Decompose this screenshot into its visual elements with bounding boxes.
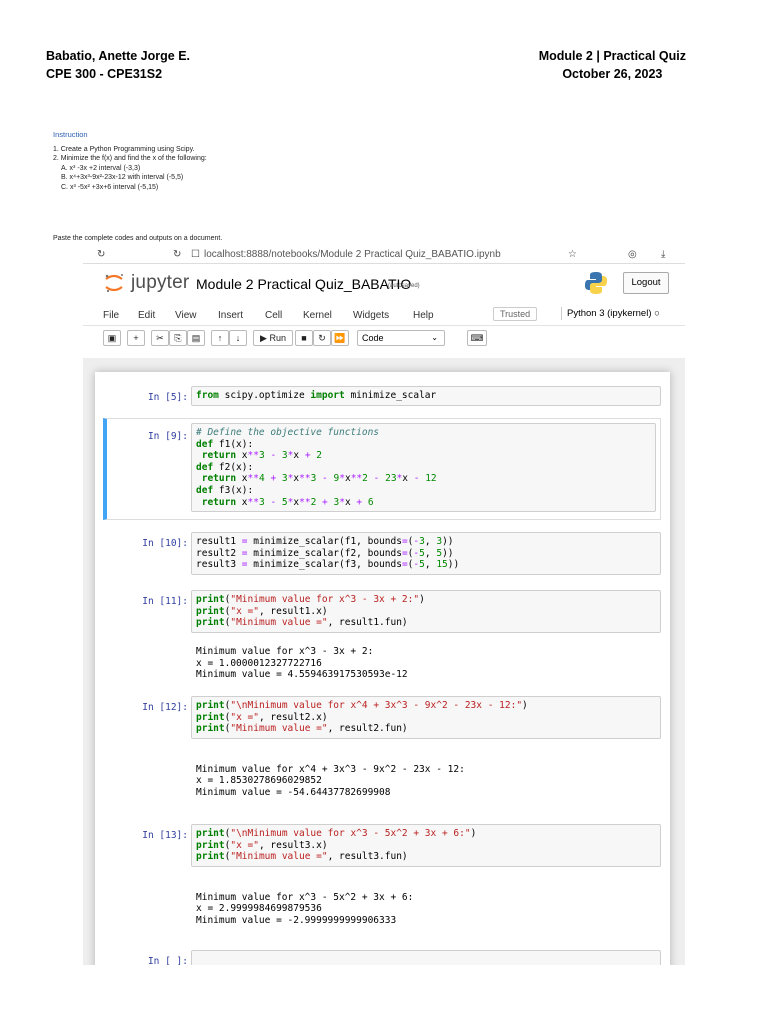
stop-icon[interactable]: ■ — [295, 330, 313, 346]
menu-kernel[interactable]: Kernel — [303, 310, 332, 321]
student-name: Babatio, Anette Jorge E. — [46, 49, 191, 63]
cell-input[interactable]: # Define the objective functions def f1(… — [191, 423, 656, 513]
run-button[interactable]: ▶ Run — [253, 330, 293, 346]
cell-input[interactable]: print("\nMinimum value for x^4 + 3x^3 - … — [191, 696, 661, 739]
add-cell-icon[interactable]: + — [127, 330, 145, 346]
notebook-container: In [5]: from scipy.optimize import minim… — [95, 372, 670, 965]
move-up-icon[interactable]: ↑ — [211, 330, 229, 346]
notebook-canvas: In [5]: from scipy.optimize import minim… — [83, 358, 685, 965]
cell-prompt: In [12]: — [142, 702, 188, 713]
instruction-block: Instruction 1. Create a Python Programmi… — [53, 130, 207, 193]
kernel-idle-icon: ○ — [654, 308, 660, 319]
menu-help[interactable]: Help — [413, 310, 434, 321]
move-down-icon[interactable]: ↓ — [229, 330, 247, 346]
jupyter-screenshot: ↻ ↻ ☐ localhost:8888/notebooks/Module 2 … — [83, 248, 685, 965]
menu-view[interactable]: View — [175, 310, 197, 321]
cell-output: Minimum value for x^3 - 3x + 2: x = 1.000… — [196, 646, 661, 681]
restart-icon[interactable]: ↻ — [313, 330, 331, 346]
paste-icon[interactable]: ▤ — [187, 330, 205, 346]
output-line: Minimum value = 4.559463917530593e-12 — [196, 669, 408, 681]
autosave-status: (autosaved) — [388, 283, 420, 289]
cell-prompt: In [11]: — [142, 596, 188, 607]
page-icon: ☐ — [191, 249, 200, 260]
menu-file[interactable]: File — [103, 310, 119, 321]
cell-input[interactable]: print("\nMinimum value for x^3 - 5x^2 + … — [191, 824, 661, 867]
output-line: Minimum value for x^3 - 5x^2 + 3x + 6: — [196, 891, 414, 903]
code-cell-empty[interactable]: In [ ]: — [103, 948, 661, 965]
cell-prompt: In [13]: — [142, 830, 188, 841]
cell-prompt: In [ ]: — [147, 956, 188, 965]
python-logo-icon — [585, 272, 607, 294]
notebook-name[interactable]: Module 2 Practical Quiz_BABATIO — [196, 276, 411, 292]
cell-prompt: In [10]: — [142, 538, 188, 549]
notebook-toolbar: ▣ + ✂ ⎘ ▤ ↑ ↓ ▶ Run ■ ↻ ⏩ Code ⌄ ⌨ — [83, 326, 685, 350]
module-title: Module 2 | Practical Quiz — [538, 49, 686, 63]
output-line: x = 1.0000012327722716 — [196, 657, 322, 669]
reload-icon[interactable]: ↻ — [97, 249, 105, 260]
browser-url-bar: ↻ ↻ ☐ localhost:8888/notebooks/Module 2 … — [83, 248, 685, 264]
cell-input[interactable]: print("Minimum value for x^3 - 3x + 2:")… — [191, 590, 661, 633]
logout-button[interactable]: Logout — [623, 272, 669, 294]
jupyter-logo-icon — [105, 274, 123, 293]
jupyter-header: jupyter Module 2 Practical Quiz_BABATIO … — [83, 264, 685, 304]
cell-prompt: In [5]: — [147, 392, 188, 403]
document-header-left: Babatio, Anette Jorge E. CPE 300 - CPE31… — [46, 47, 190, 83]
save-icon[interactable]: ▣ — [103, 330, 121, 346]
paste-note: Paste the complete codes and outputs on … — [53, 235, 223, 242]
restart-run-all-icon[interactable]: ⏩ — [331, 330, 349, 346]
code-cell[interactable]: In [12]: print("\nMinimum value for x^4 … — [103, 694, 661, 814]
trusted-indicator[interactable]: Trusted — [493, 307, 538, 321]
course-code: CPE 300 - CPE31S2 — [46, 67, 163, 81]
kernel-name: Python 3 (ipykernel) — [567, 308, 652, 319]
menu-insert[interactable]: Insert — [218, 310, 243, 321]
chevron-down-icon: ⌄ — [431, 333, 438, 342]
document-header-right: Module 2 | Practical Quiz October 26, 20… — [539, 47, 686, 83]
instruction-item: 1. Create a Python Programming using Sci… — [53, 145, 195, 153]
output-line: Minimum value for x^4 + 3x^3 - 9x^2 - 23… — [196, 763, 465, 775]
code-cell-selected[interactable]: In [9]: # Define the objective functions… — [103, 418, 661, 520]
cell-type-select[interactable]: Code ⌄ — [357, 330, 445, 346]
instruction-item: C. x³ -5x² +3x+6 interval (-5,15) — [61, 183, 159, 191]
copy-icon[interactable]: ⎘ — [169, 330, 187, 346]
output-line: x = 2.9999984699879536 — [196, 903, 322, 915]
menu-cell[interactable]: Cell — [265, 310, 282, 321]
download-icon[interactable]: ⤓ — [661, 249, 665, 260]
code-cell[interactable]: In [5]: from scipy.optimize import minim… — [103, 384, 661, 410]
cut-icon[interactable]: ✂ — [151, 330, 169, 346]
menu-bar: File Edit View Insert Cell Kernel Widget… — [83, 304, 685, 326]
cell-prompt: In [9]: — [147, 431, 188, 442]
bookmark-star-icon[interactable]: ☆ — [568, 249, 577, 260]
menu-widgets[interactable]: Widgets — [353, 310, 389, 321]
extensions-icon[interactable]: ◎ — [628, 249, 637, 260]
url-text[interactable]: localhost:8888/notebooks/Module 2 Practi… — [204, 249, 501, 260]
instruction-item: B. x⁴+3x³-9x²-23x-12 with interval (-5,5… — [61, 174, 184, 182]
output-line: Minimum value = -2.9999999999906333 — [196, 914, 397, 926]
output-line: x = 1.8530278696029852 — [196, 775, 322, 787]
instruction-item: A. x³ -3x +2 interval (-3,3) — [61, 164, 141, 172]
quiz-date: October 26, 2023 — [562, 67, 663, 81]
code-cell[interactable]: In [11]: print("Minimum value for x^3 - … — [103, 588, 661, 686]
output-line: Minimum value = -54.64437782699908 — [196, 786, 391, 798]
keyboard-icon[interactable]: ⌨ — [467, 330, 487, 346]
code-cell[interactable]: In [13]: print("\nMinimum value for x^3 … — [103, 822, 661, 942]
menu-edit[interactable]: Edit — [138, 310, 155, 321]
jupyter-wordmark: jupyter — [131, 272, 190, 293]
cell-output: Minimum value for x^3 - 5x^2 + 3x + 6: x … — [196, 880, 661, 926]
refresh-icon[interactable]: ↻ — [173, 249, 181, 260]
output-line: Minimum value for x^3 - 3x + 2: — [196, 646, 374, 657]
cell-input[interactable]: result1 = minimize_scalar(f1, bounds=(-3… — [191, 532, 661, 575]
code-cell[interactable]: In [10]: result1 = minimize_scalar(f1, b… — [103, 530, 661, 578]
cell-input[interactable] — [191, 950, 661, 965]
instruction-title: Instruction — [53, 130, 88, 139]
cell-output: Minimum value for x^4 + 3x^3 - 9x^2 - 23… — [196, 752, 661, 798]
kernel-indicator[interactable]: Python 3 (ipykernel) ○ — [561, 307, 665, 320]
instruction-item: 2. Minimize the f(x) and find the x of t… — [53, 155, 207, 163]
cell-type-value: Code — [362, 333, 384, 343]
cell-input[interactable]: from scipy.optimize import minimize_scal… — [191, 386, 661, 406]
